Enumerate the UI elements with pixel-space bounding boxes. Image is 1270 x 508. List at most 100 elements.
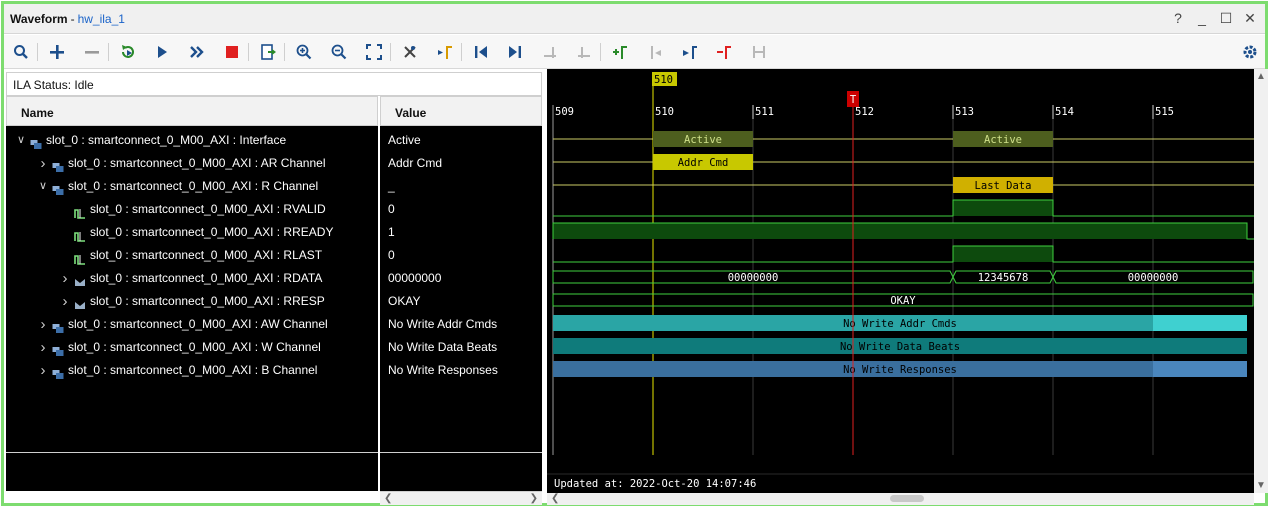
close-icon[interactable]: ✕ xyxy=(1243,10,1257,26)
wave-scroll-thumb[interactable] xyxy=(890,495,924,502)
signal-name: slot_0 : smartconnect_0_M00_AXI : AW Cha… xyxy=(68,317,328,331)
signal-name: slot_0 : smartconnect_0_M00_AXI : AR Cha… xyxy=(68,156,326,170)
minimize-icon[interactable]: _ xyxy=(1195,10,1209,26)
trigger-label: T xyxy=(850,94,857,106)
bit-trace xyxy=(553,199,1254,217)
signal-row[interactable]: slot_0 : smartconnect_0_M00_AXI : RVALID xyxy=(6,198,378,221)
channel-fill-tail xyxy=(1153,315,1247,331)
bus-signal-icon xyxy=(74,296,86,309)
cursor-icon[interactable] xyxy=(400,42,420,62)
wave-scroll-left-icon[interactable]: ❮ xyxy=(551,492,559,506)
updated-at-label: Updated at: 2022-Oct-20 14:07:46 xyxy=(554,478,756,490)
signal-name: slot_0 : smartconnect_0_M00_AXI : W Chan… xyxy=(68,340,321,354)
scroll-right-icon[interactable]: ❯ xyxy=(530,492,538,506)
signal-name: slot_0 : smartconnect_0_M00_AXI : RREADY xyxy=(90,225,334,239)
waveform-svg[interactable]: 509 510 511 512 513 514 515 510 Active Active Addr… xyxy=(547,69,1254,493)
signal-row[interactable]: › slot_0 : smartconnect_0_M00_AXI : B Cha… xyxy=(6,359,378,382)
signal-name: slot_0 : smartconnect_0_M00_AXI : RDATA xyxy=(90,271,323,285)
marker-add-icon[interactable] xyxy=(435,42,455,62)
waveform-canvas[interactable]: 509 510 511 512 513 514 515 510 Active Active Addr… xyxy=(547,69,1254,493)
remove-icon[interactable] xyxy=(82,42,102,62)
bit-high-fill xyxy=(953,200,1053,216)
search-icon[interactable] xyxy=(11,42,31,62)
wave-vertical-scrollbar[interactable]: ▲ ▼ xyxy=(1254,69,1268,493)
chevron-right-icon[interactable]: › xyxy=(60,290,70,313)
wave-horizontal-scrollbar[interactable]: ❮ xyxy=(547,491,1254,505)
signal-row[interactable]: ∨ slot_0 : smartconnect_0_M00_AXI : Inter… xyxy=(6,129,378,152)
zoom-out-icon[interactable] xyxy=(329,42,349,62)
signal-value: No Write Responses xyxy=(388,363,498,377)
maximize-icon[interactable]: ☐ xyxy=(1219,10,1233,26)
channel-fill-label: No Write Addr Cmds xyxy=(843,318,957,330)
chevron-down-icon[interactable]: ∨ xyxy=(16,129,26,152)
stop-icon[interactable] xyxy=(222,42,242,62)
channel-icon xyxy=(52,365,64,379)
bus-segment-label: OKAY xyxy=(890,295,916,307)
signal-row[interactable]: › slot_0 : smartconnect_0_M00_AXI : RRESP xyxy=(6,290,378,313)
trace-segment-label: Addr Cmd xyxy=(678,157,729,169)
trace-segment-label: Active xyxy=(684,134,722,146)
time-tick-label: 509 xyxy=(555,106,574,118)
run-immediate-icon[interactable] xyxy=(187,42,207,62)
chevron-right-icon[interactable]: › xyxy=(60,267,70,290)
signal-row[interactable]: slot_0 : smartconnect_0_M00_AXI : RLAST xyxy=(6,244,378,267)
window-controls: ? _ ☐ ✕ xyxy=(1171,10,1257,26)
go-to-end-icon[interactable] xyxy=(505,42,525,62)
add-icon[interactable] xyxy=(47,42,67,62)
signal-value: _ xyxy=(388,179,395,193)
signal-name: slot_0 : smartconnect_0_M00_AXI : B Chan… xyxy=(68,363,318,377)
signal-row[interactable]: ∨ slot_0 : smartconnect_0_M00_AXI : R Cha… xyxy=(6,175,378,198)
prev-marker-icon[interactable] xyxy=(540,42,560,62)
signal-row[interactable]: › slot_0 : smartconnect_0_M00_AXI : W Cha… xyxy=(6,336,378,359)
chevron-right-icon[interactable]: › xyxy=(38,313,48,336)
signal-name: slot_0 : smartconnect_0_M00_AXI : RRESP xyxy=(90,294,325,308)
window-subtitle[interactable]: hw_ila_1 xyxy=(78,12,125,26)
signal-value: Active xyxy=(388,133,421,147)
settings-icon[interactable] xyxy=(1240,42,1260,62)
value-column-header[interactable]: Value xyxy=(380,96,542,126)
signal-row[interactable]: › slot_0 : smartconnect_0_M00_AXI : AW Ch… xyxy=(6,313,378,336)
interface-icon xyxy=(30,135,42,149)
next-marker-jump-icon[interactable] xyxy=(680,42,700,62)
title-separator: - xyxy=(70,11,75,26)
bus-segment-label: 00000000 xyxy=(1128,272,1179,284)
next-marker-icon[interactable] xyxy=(574,42,594,62)
bit-trace xyxy=(553,245,1254,263)
swap-icon[interactable] xyxy=(749,42,769,62)
signal-row[interactable]: slot_0 : smartconnect_0_M00_AXI : RREADY xyxy=(6,221,378,244)
name-column-header[interactable]: Name xyxy=(6,96,378,126)
signal-name: slot_0 : smartconnect_0_M00_AXI : RVALID xyxy=(90,202,326,216)
signal-value: OKAY xyxy=(388,294,421,308)
signal-row[interactable]: › slot_0 : smartconnect_0_M00_AXI : RDATA xyxy=(6,267,378,290)
time-tick-label: 514 xyxy=(1055,106,1074,118)
prev-marker-jump-icon[interactable] xyxy=(645,42,665,62)
go-to-start-icon[interactable] xyxy=(471,42,491,62)
help-icon[interactable]: ? xyxy=(1171,10,1185,26)
time-tick-label: 512 xyxy=(855,106,874,118)
delete-marker-icon[interactable] xyxy=(714,42,734,62)
export-icon[interactable] xyxy=(258,42,278,62)
bus-signal-icon xyxy=(74,273,86,286)
signal-value: 1 xyxy=(388,225,395,239)
bit-signal-icon xyxy=(74,204,86,219)
chevron-right-icon[interactable]: › xyxy=(38,152,48,175)
chevron-right-icon[interactable]: › xyxy=(38,336,48,359)
zoom-fit-icon[interactable] xyxy=(364,42,384,62)
add-marker-icon[interactable] xyxy=(610,42,630,62)
signal-row[interactable]: › slot_0 : smartconnect_0_M00_AXI : AR Ch… xyxy=(6,152,378,175)
run-trigger-icon[interactable] xyxy=(152,42,172,62)
waveform-window: Waveform - hw_ila_1 ? _ ☐ ✕ ILA Status: … xyxy=(1,1,1268,506)
zoom-in-icon[interactable] xyxy=(294,42,314,62)
trace-segment-label: Last Data xyxy=(975,180,1032,192)
scroll-down-icon[interactable]: ▼ xyxy=(1256,480,1266,491)
chevron-down-icon[interactable]: ∨ xyxy=(38,175,48,198)
scroll-up-icon[interactable]: ▲ xyxy=(1256,71,1266,82)
scroll-left-icon[interactable]: ❮ xyxy=(384,492,392,506)
value-horizontal-scrollbar[interactable]: ❮ ❯ xyxy=(380,491,542,505)
channel-icon xyxy=(52,342,64,356)
bus-segment-label: 00000000 xyxy=(728,272,779,284)
channel-icon xyxy=(52,181,64,195)
chevron-right-icon[interactable]: › xyxy=(38,359,48,382)
refresh-trigger-icon[interactable] xyxy=(118,42,138,62)
bit-high-fill xyxy=(553,223,1247,239)
